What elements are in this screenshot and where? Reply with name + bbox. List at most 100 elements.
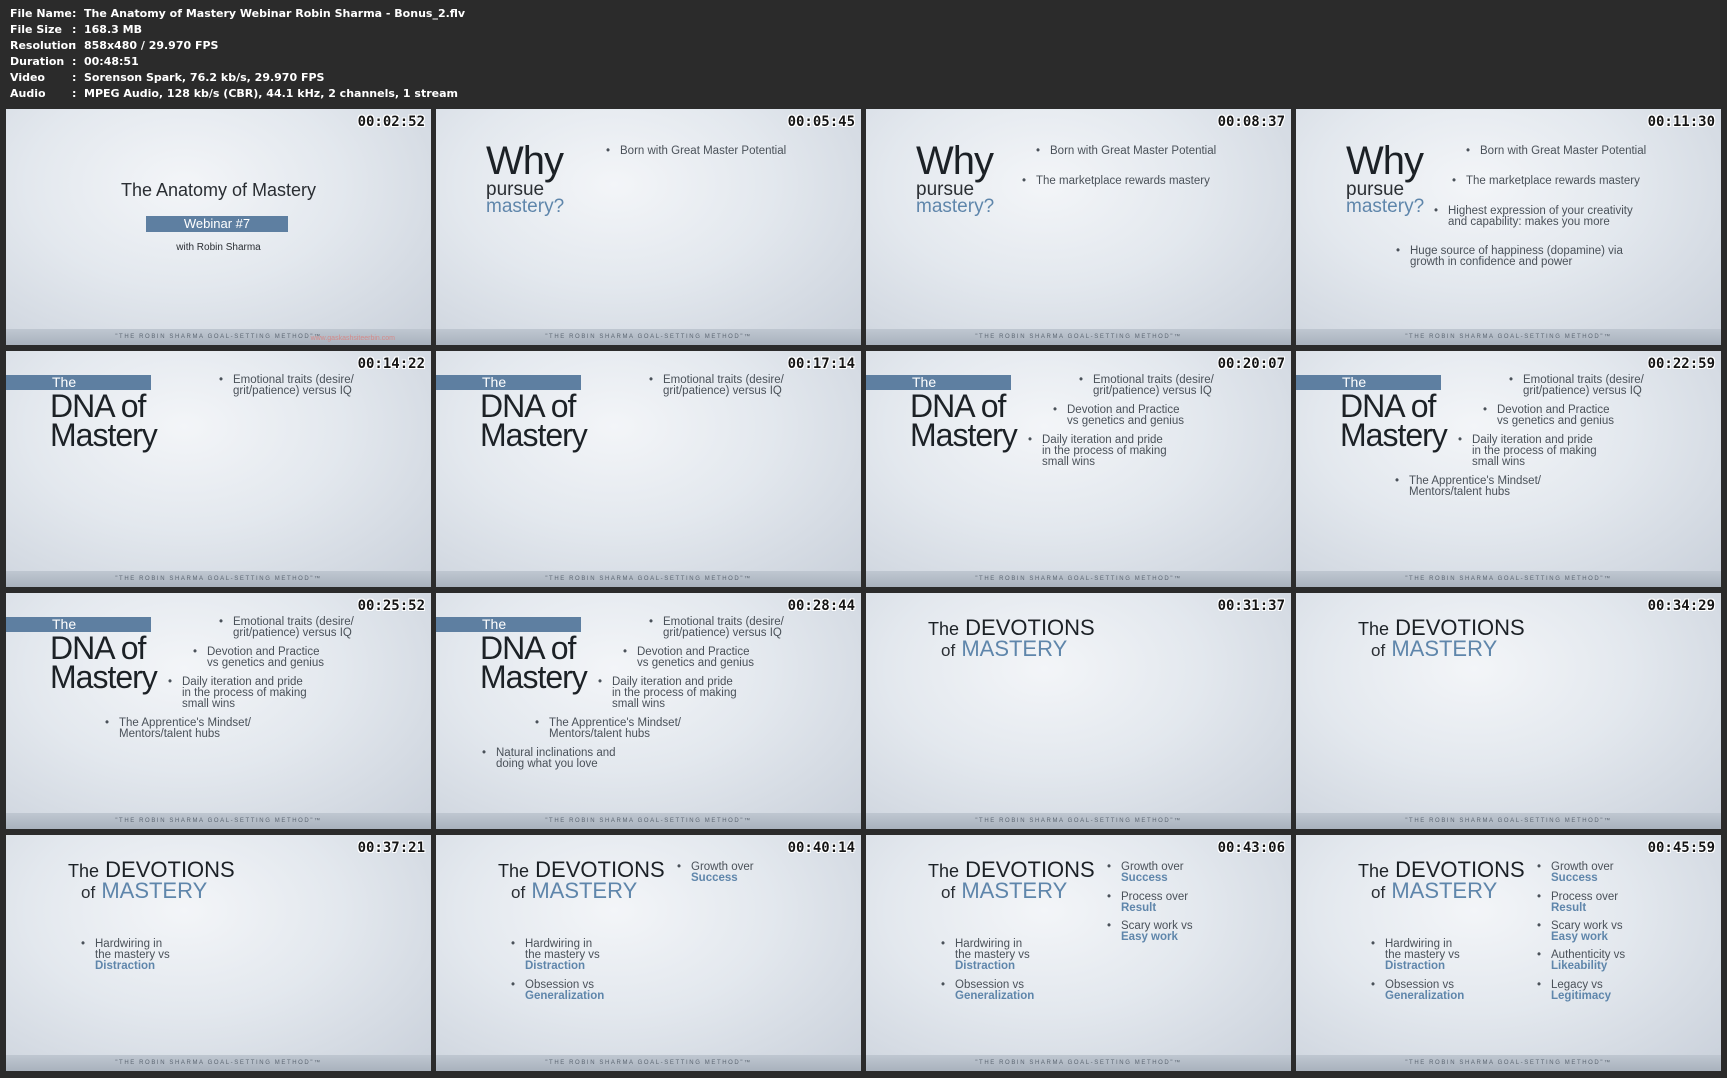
- bullet-line: small wins: [1042, 456, 1096, 468]
- info-row-video: Video: Sorenson Spark, 76.2 kb/s, 29.970 …: [10, 71, 325, 84]
- info-value: Sorenson Spark, 76.2 kb/s, 29.970 FPS: [84, 71, 325, 84]
- devotion-bullet: Legacy vsLegitimacy: [1537, 979, 1611, 1002]
- bullet-line: grit/patience) versus IQ: [663, 627, 782, 639]
- devotions-heading-mastery: MASTERY: [1391, 878, 1498, 903]
- video-thumbnail[interactable]: 00:45:59 "THE ROBIN SHARMA GOAL-SETTING M…: [1296, 835, 1721, 1071]
- video-thumbnail[interactable]: 00:08:37 "THE ROBIN SHARMA GOAL-SETTING M…: [866, 109, 1291, 345]
- slide-bullet: Highest expression of your creativityand…: [1434, 205, 1633, 228]
- slide-bullet: Emotional traits (desire/grit/patience) …: [649, 616, 784, 639]
- bullet-line: Mentors/talent hubs: [1409, 486, 1511, 498]
- slide-footer: "THE ROBIN SHARMA GOAL-SETTING METHOD"™: [6, 813, 431, 829]
- devotion-bullet: Obsession vsGeneralization: [511, 979, 604, 1002]
- info-value: 00:48:51: [84, 55, 139, 68]
- bullet-highlight: Result: [1551, 902, 1587, 914]
- devotion-bullet: Process overResult: [1107, 891, 1188, 914]
- devotions-heading-mastery: MASTERY: [101, 878, 208, 903]
- devotions-heading-line2: of MASTERY: [941, 638, 1067, 662]
- timestamp-label: 00:31:37: [1217, 598, 1285, 614]
- dna-heading: DNA of Mastery: [50, 390, 158, 451]
- devotions-heading-of: of: [1371, 883, 1386, 902]
- video-thumbnail[interactable]: 00:28:44 "THE ROBIN SHARMA GOAL-SETTING M…: [436, 593, 861, 829]
- slide-bullet: Devotion and Practicevs genetics and gen…: [1053, 404, 1184, 427]
- bullet-line: grit/patience) versus IQ: [1523, 385, 1642, 397]
- video-thumbnail[interactable]: 00:05:45 "THE ROBIN SHARMA GOAL-SETTING M…: [436, 109, 861, 345]
- slide-footer: "THE ROBIN SHARMA GOAL-SETTING METHOD"™: [6, 571, 431, 587]
- slide-bullet: Emotional traits (desire/grit/patience) …: [1509, 374, 1644, 397]
- slide-bullet: Emotional traits (desire/grit/patience) …: [1079, 374, 1214, 397]
- slide-title: The Anatomy of Mastery: [120, 180, 317, 200]
- media-info-panel: File Name: The Anatomy of Mastery Webinar…: [10, 6, 465, 102]
- bullet-line: Born with Great Master Potential: [1480, 145, 1647, 157]
- dna-heading-line2: Mastery: [50, 659, 158, 695]
- slide-bullet: Born with Great Master Potential: [1036, 145, 1217, 157]
- video-thumbnail[interactable]: 00:02:52 "THE ROBIN SHARMA GOAL-SETTING M…: [6, 109, 431, 345]
- timestamp-label: 00:08:37: [1217, 114, 1285, 130]
- devotion-bullet: Hardwiring inthe mastery vsDistraction: [941, 938, 1030, 972]
- timestamp-label: 00:34:29: [1647, 598, 1715, 614]
- devotion-bullet: Scary work vsEasy work: [1107, 920, 1192, 943]
- bullet-line: Mentors/talent hubs: [549, 728, 651, 740]
- video-thumbnail[interactable]: 00:17:14 "THE ROBIN SHARMA GOAL-SETTING M…: [436, 351, 861, 587]
- devotion-bullet: Obsession vsGeneralization: [941, 979, 1034, 1002]
- bullet-line: small wins: [1472, 456, 1526, 468]
- dna-heading-line2: Mastery: [910, 417, 1018, 453]
- bullet-line: Born with Great Master Potential: [1050, 145, 1217, 157]
- bullet-line: The marketplace rewards mastery: [1466, 175, 1640, 187]
- bullet-line: vs genetics and genius: [1497, 415, 1614, 427]
- timestamp-label: 00:14:22: [357, 356, 425, 372]
- devotions-heading-mastery: MASTERY: [1391, 636, 1498, 661]
- dna-heading-line2: Mastery: [1340, 417, 1448, 453]
- info-row-filesize: File Size:168.3 MB: [10, 23, 142, 36]
- video-thumbnail[interactable]: 00:37:21 "THE ROBIN SHARMA GOAL-SETTING M…: [6, 835, 431, 1071]
- video-thumbnail[interactable]: 00:43:06 "THE ROBIN SHARMA GOAL-SETTING M…: [866, 835, 1291, 1071]
- why-heading-line1: Why: [1346, 139, 1424, 183]
- video-thumbnail[interactable]: 00:25:52 "THE ROBIN SHARMA GOAL-SETTING M…: [6, 593, 431, 829]
- video-thumbnail[interactable]: 00:11:30 "THE ROBIN SHARMA GOAL-SETTING M…: [1296, 109, 1721, 345]
- watermark-url: www.gaskashsiteerbin.com: [310, 335, 395, 342]
- bullet-line: vs genetics and genius: [1067, 415, 1184, 427]
- slide-bullet: The marketplace rewards mastery: [1022, 175, 1210, 187]
- slide-bullet: Daily iteration and pridein the process …: [1028, 434, 1167, 468]
- bullet-line: Mentors/talent hubs: [119, 728, 221, 740]
- devotion-bullet: Scary work vsEasy work: [1537, 920, 1622, 943]
- bullet-highlight: Distraction: [525, 960, 586, 972]
- bullet-highlight: Generalization: [1385, 990, 1465, 1002]
- bullet-line: doing what you love: [496, 758, 598, 770]
- slide-footer: "THE ROBIN SHARMA GOAL-SETTING METHOD"™: [1296, 571, 1721, 587]
- bullet-line: small wins: [182, 698, 236, 710]
- slide-footer: "THE ROBIN SHARMA GOAL-SETTING METHOD"™: [436, 1055, 861, 1071]
- video-thumbnail[interactable]: 00:22:59 "THE ROBIN SHARMA GOAL-SETTING M…: [1296, 351, 1721, 587]
- video-thumbnail[interactable]: 00:40:14 "THE ROBIN SHARMA GOAL-SETTING M…: [436, 835, 861, 1071]
- slide-footer: "THE ROBIN SHARMA GOAL-SETTING METHOD"™: [1296, 329, 1721, 345]
- slide-bullet: The Apprentice's Mindset/Mentors/talent …: [1395, 475, 1541, 498]
- timestamp-label: 00:20:07: [1217, 356, 1285, 372]
- slide-bullet: Devotion and Practicevs genetics and gen…: [1483, 404, 1614, 427]
- info-row-resolution: Resolution:858x480 / 29.970 FPS: [10, 39, 219, 52]
- dna-heading-line2: Mastery: [480, 417, 588, 453]
- timestamp-label: 00:11:30: [1647, 114, 1715, 130]
- devotions-heading-of: of: [511, 883, 526, 902]
- video-thumbnail[interactable]: 00:31:37 "THE ROBIN SHARMA GOAL-SETTING M…: [866, 593, 1291, 829]
- devotions-heading-line2: of MASTERY: [511, 880, 637, 904]
- slide-footer: "THE ROBIN SHARMA GOAL-SETTING METHOD"™: [1296, 1055, 1721, 1071]
- dna-heading: DNA of Mastery: [1340, 390, 1448, 453]
- slide-footer: "THE ROBIN SHARMA GOAL-SETTING METHOD"™: [866, 813, 1291, 829]
- timestamp-label: 00:40:14: [787, 840, 855, 856]
- slide-bullet: Born with Great Master Potential: [1466, 145, 1647, 157]
- video-thumbnail[interactable]: 00:14:22 "THE ROBIN SHARMA GOAL-SETTING M…: [6, 351, 431, 587]
- devotion-bullet: Hardwiring inthe mastery vsDistraction: [81, 938, 170, 972]
- bullet-highlight: Easy work: [1551, 931, 1608, 943]
- bullet-line: Born with Great Master Potential: [620, 145, 787, 157]
- slide-bullet: Emotional traits (desire/grit/patience) …: [219, 374, 354, 397]
- devotions-heading-line2: of MASTERY: [1371, 880, 1497, 904]
- slide-bullet: Daily iteration and pridein the process …: [168, 676, 307, 710]
- slide-bullet: Devotion and Practicevs genetics and gen…: [623, 646, 754, 669]
- info-value: The Anatomy of Mastery Webinar Robin Sha…: [84, 7, 466, 20]
- slide-bullet: Huge source of happiness (dopamine) viag…: [1396, 245, 1623, 268]
- video-thumbnail[interactable]: 00:20:07 "THE ROBIN SHARMA GOAL-SETTING M…: [866, 351, 1291, 587]
- dna-heading: DNA of Mastery: [50, 632, 158, 695]
- slide-bullet: The Apprentice's Mindset/Mentors/talent …: [535, 717, 681, 740]
- slide-footer: "THE ROBIN SHARMA GOAL-SETTING METHOD"™: [436, 571, 861, 587]
- timestamp-label: 00:22:59: [1647, 356, 1715, 372]
- video-thumbnail[interactable]: 00:34:29 "THE ROBIN SHARMA GOAL-SETTING M…: [1296, 593, 1721, 829]
